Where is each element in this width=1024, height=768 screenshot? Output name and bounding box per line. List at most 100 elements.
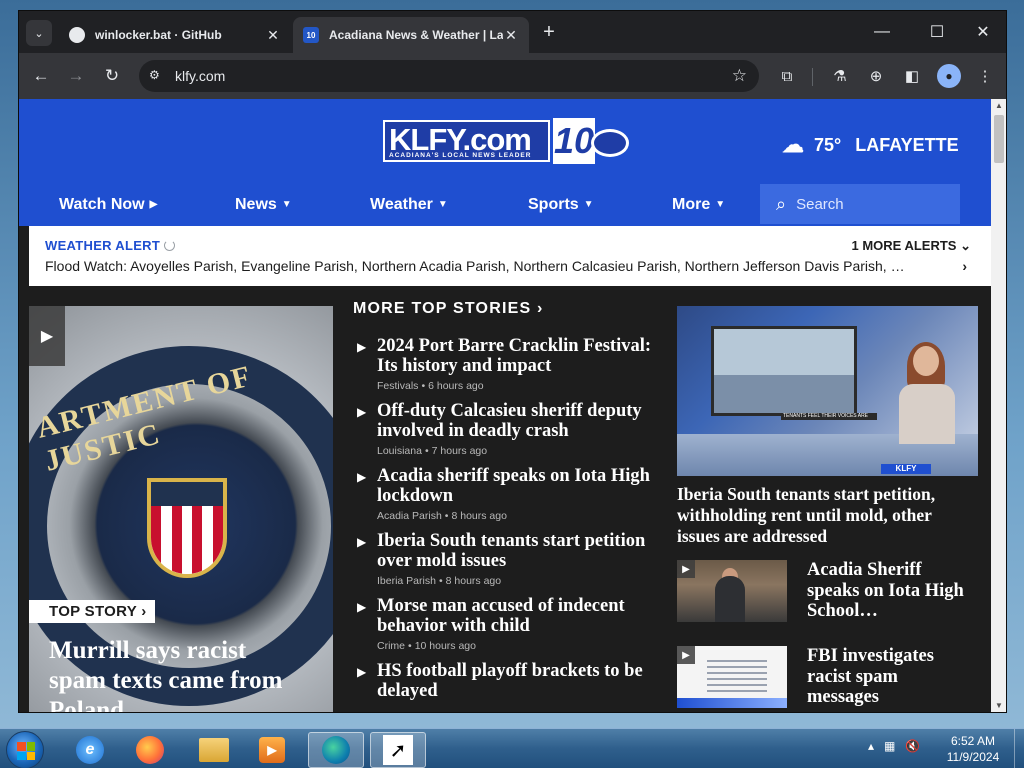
maximize-button[interactable]: ☐ (919, 19, 955, 45)
taskbar-file-explorer[interactable] (186, 732, 242, 768)
more-alerts-button[interactable]: 1 MORE ALERTS ⌄ (851, 238, 971, 254)
minimize-button[interactable]: — (864, 19, 900, 45)
tab-github[interactable]: winlocker.bat · GitHub ✕ (59, 17, 291, 53)
top-story-badge[interactable]: TOP STORY › (29, 600, 155, 623)
play-icon[interactable]: ▶ (677, 560, 695, 578)
nav-label: Sports (528, 196, 579, 213)
scrollbar-thumb[interactable] (994, 115, 1004, 163)
address-url[interactable]: klfy.com (175, 68, 225, 84)
side-story[interactable]: ▶ FBI investigates racist spam messages (677, 646, 978, 712)
site-search[interactable]: ⌕ (760, 184, 960, 224)
nav-news[interactable]: News ▼ (235, 196, 292, 214)
tray-expand-icon[interactable]: ▴ (868, 739, 874, 753)
meta-dot: • (444, 510, 449, 522)
story-category[interactable]: Louisiana (377, 445, 422, 457)
nav-sports[interactable]: Sports ▼ (528, 196, 594, 214)
klfy-logo[interactable]: KLFY.com ACADIANA'S LOCAL NEWS LEADER 10 (383, 118, 633, 166)
side-story[interactable]: ▶ Acadia Sheriff speaks on Iota High Sch… (677, 560, 978, 630)
story-item[interactable]: ▶ Morse man accused of indecent behavior… (353, 596, 663, 652)
story-headline[interactable]: Iberia South tenants start petition over… (377, 531, 663, 571)
story-headline[interactable]: Off-duty Calcasieu sheriff deputy involv… (377, 401, 663, 441)
site-info-icon[interactable]: ⚙ (149, 68, 165, 84)
story-headline[interactable]: 2024 Port Barre Cracklin Festival: Its h… (377, 336, 663, 376)
search-icon[interactable]: ⌕ (776, 194, 786, 215)
window-close-button[interactable]: ✕ (965, 19, 1001, 45)
bookmark-star-icon[interactable]: ☆ (732, 66, 747, 86)
alert-text[interactable]: Flood Watch: Avoyelles Parish, Evangelin… (45, 258, 955, 274)
desk-logo: KLFY (881, 464, 931, 474)
profile-avatar-icon[interactable]: ● (937, 64, 961, 88)
top-story-hero[interactable]: ARTMENT OF JUSTIC ▶ TOP STORY › Murrill … (29, 306, 333, 712)
story-time: 8 hours ago (445, 575, 502, 587)
play-icon[interactable]: ▶ (29, 306, 65, 366)
story-item[interactable]: ▶ HS football playoff brackets to be del… (353, 661, 663, 701)
story-meta: Festivals • 6 hours ago (377, 380, 663, 392)
scroll-up-arrow-icon[interactable]: ▲ (991, 101, 1006, 110)
close-icon[interactable]: ✕ (503, 27, 519, 44)
hero-headline[interactable]: Murrill says racist spam texts came from… (49, 636, 309, 712)
alert-label: WEATHER ALERT (45, 238, 161, 253)
story-headline[interactable]: Acadia sheriff speaks on Iota High lockd… (377, 466, 663, 506)
play-icon[interactable]: ▶ (677, 646, 695, 664)
menu-kebab-icon[interactable]: ⋮ (973, 64, 997, 88)
side-story-headline[interactable]: Acadia Sheriff speaks on Iota High Schoo… (807, 560, 972, 622)
search-input[interactable] (796, 195, 937, 213)
nav-more[interactable]: More ▼ (672, 196, 725, 214)
system-clock[interactable]: 6:52 AM 11/9/2024 (944, 733, 1002, 765)
chevron-right-icon[interactable]: › (962, 258, 967, 274)
story-headline[interactable]: Morse man accused of indecent behavior w… (377, 596, 663, 636)
close-icon[interactable]: ✕ (265, 27, 281, 44)
github-icon (69, 27, 85, 43)
chevron-down-icon: ▼ (583, 199, 594, 210)
page-scrollbar[interactable]: ▲ ▼ (991, 99, 1006, 712)
story-category[interactable]: Acadia Parish (377, 510, 442, 522)
folder-icon (199, 738, 229, 762)
news-studio-image[interactable]: TENANTS FEEL THEIR VOICES ARE KLFY (677, 306, 978, 476)
section-heading[interactable]: MORE TOP STORIES › (353, 300, 663, 318)
side-story-headline[interactable]: FBI investigates racist spam messages (807, 646, 972, 708)
featured-video-story[interactable]: TENANTS FEEL THEIR VOICES ARE KLFY Iberi… (677, 306, 978, 547)
story-category[interactable]: Festivals (377, 380, 418, 392)
taskbar-cursor-app[interactable]: ➚ (370, 732, 426, 768)
reload-button[interactable]: ↻ (100, 64, 124, 88)
alert-label-wrap: WEATHER ALERT (45, 238, 176, 253)
taskbar-firefox[interactable] (122, 732, 178, 768)
header-weather[interactable]: ☁ 75° LAFAYETTE (782, 132, 959, 158)
nav-weather[interactable]: Weather ▼ (370, 196, 448, 214)
story-thumbnail[interactable]: ▶ (677, 646, 787, 708)
scroll-down-arrow-icon[interactable]: ▼ (991, 701, 1006, 710)
address-bar[interactable]: ⚙ klfy.com ☆ (139, 60, 759, 92)
feature-headline[interactable]: Iberia South tenants start petition, wit… (677, 484, 978, 547)
story-item[interactable]: ▶ Iberia South tenants start petition ov… (353, 531, 663, 587)
story-thumbnail[interactable]: ▶ (677, 560, 787, 622)
story-category[interactable]: Crime (377, 640, 405, 652)
back-button[interactable]: ← (29, 64, 53, 88)
story-category[interactable]: Iberia Parish (377, 575, 436, 587)
labs-flask-icon[interactable]: ⚗ (828, 64, 852, 88)
story-meta: Acadia Parish • 8 hours ago (377, 510, 663, 522)
tab-search-button[interactable]: ⌄ (26, 20, 52, 46)
weather-alert-bar[interactable]: WEATHER ALERT 1 MORE ALERTS ⌄ Flood Watc… (29, 226, 991, 286)
network-icon[interactable]: ▦ (884, 739, 895, 753)
side-panel-icon[interactable]: ◧ (900, 64, 924, 88)
story-item[interactable]: ▶ Acadia sheriff speaks on Iota High loc… (353, 466, 663, 522)
extensions-icon[interactable]: ⧉ (775, 64, 799, 88)
story-item[interactable]: ▶ Off-duty Calcasieu sheriff deputy invo… (353, 401, 663, 457)
volume-muted-icon[interactable]: 🔇 (905, 739, 920, 753)
bullet-triangle-icon: ▶ (357, 665, 367, 679)
taskbar-media-player[interactable]: ▶ (244, 732, 300, 768)
story-headline[interactable]: HS football playoff brackets to be delay… (377, 661, 663, 701)
taskbar-internet-explorer[interactable]: e (62, 732, 118, 768)
start-button[interactable] (6, 731, 44, 768)
downloads-icon[interactable]: ⊕ (864, 64, 888, 88)
story-item[interactable]: ▶ 2024 Port Barre Cracklin Festival: Its… (353, 336, 663, 392)
forward-button[interactable]: → (64, 64, 88, 88)
nav-watch-now[interactable]: Watch Now ▶ (59, 196, 157, 214)
tab-klfy[interactable]: 10 Acadiana News & Weather | Lafayette ✕ (293, 17, 529, 53)
show-desktop-button[interactable] (1014, 729, 1024, 768)
new-tab-button[interactable]: + (537, 21, 561, 44)
nav-label: News (235, 196, 277, 213)
media-player-icon: ▶ (259, 737, 285, 763)
taskbar-browser[interactable] (308, 732, 364, 768)
toolbar-divider (812, 68, 813, 86)
